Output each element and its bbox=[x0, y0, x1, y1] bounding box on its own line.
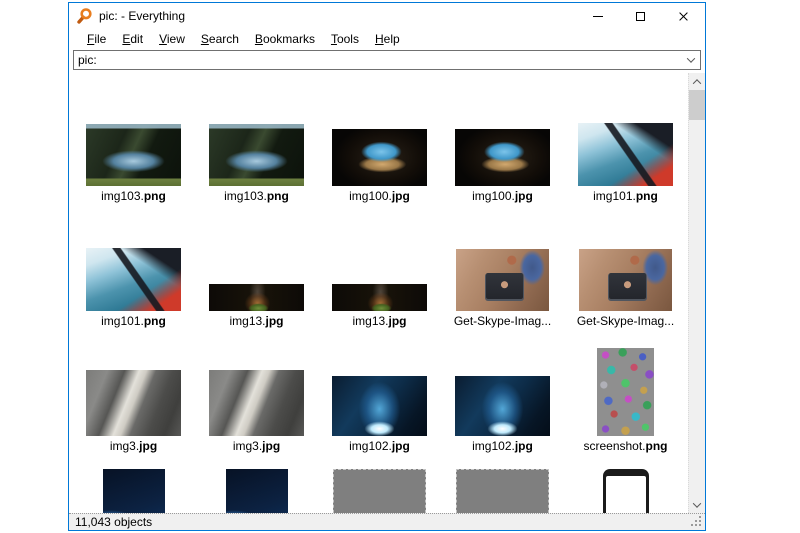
file-item[interactable]: img3.jpg bbox=[195, 344, 318, 456]
file-thumbnail bbox=[209, 284, 304, 311]
file-item[interactable] bbox=[564, 469, 687, 513]
close-button[interactable] bbox=[662, 3, 705, 29]
scrollbar-thumb[interactable] bbox=[689, 90, 705, 120]
file-thumbnail bbox=[226, 469, 288, 513]
file-item[interactable] bbox=[318, 469, 441, 513]
file-thumbnail bbox=[455, 376, 550, 436]
menu-search[interactable]: Search bbox=[193, 31, 247, 47]
file-thumbnail bbox=[333, 469, 426, 513]
resize-grip[interactable] bbox=[691, 516, 702, 527]
file-name-label: img103.png bbox=[101, 188, 166, 206]
file-item[interactable]: img102.jpg bbox=[318, 344, 441, 456]
file-thumbnail bbox=[332, 129, 427, 186]
maximize-button[interactable] bbox=[619, 3, 662, 29]
minimize-icon bbox=[593, 16, 603, 17]
file-item[interactable] bbox=[195, 469, 318, 513]
file-item[interactable]: Get-Skype-Imag... bbox=[441, 219, 564, 331]
file-name-label: img13.jpg bbox=[352, 313, 406, 331]
file-thumbnail bbox=[578, 123, 673, 186]
everything-window: pic: - Everything File Edit View Search … bbox=[68, 2, 706, 531]
file-item[interactable]: img3.jpg bbox=[72, 344, 195, 456]
file-name-label: img13.jpg bbox=[229, 313, 283, 331]
file-thumbnail bbox=[86, 248, 181, 311]
window-controls bbox=[576, 3, 705, 29]
menu-edit[interactable]: Edit bbox=[114, 31, 151, 47]
menu-file[interactable]: File bbox=[79, 31, 114, 47]
file-thumbnail bbox=[209, 124, 304, 186]
minimize-button[interactable] bbox=[576, 3, 619, 29]
scroll-up-button[interactable] bbox=[689, 73, 705, 90]
menu-help[interactable]: Help bbox=[367, 31, 408, 47]
file-item[interactable] bbox=[72, 469, 195, 513]
grid-row: img101.png img13.jpg img13.jpg Get-Skype… bbox=[72, 219, 687, 331]
file-item[interactable]: img13.jpg bbox=[195, 219, 318, 331]
close-icon bbox=[678, 11, 689, 22]
file-item[interactable]: img100.jpg bbox=[318, 94, 441, 206]
file-thumbnail bbox=[579, 249, 672, 311]
thumbnail-grid: img103.png img103.png img100.jpg img100.… bbox=[69, 73, 688, 513]
file-thumbnail bbox=[86, 370, 181, 436]
file-name-label: img3.jpg bbox=[233, 438, 280, 456]
file-name-label: img101.png bbox=[101, 313, 166, 331]
everything-app-icon bbox=[75, 7, 93, 25]
file-name-label: img100.jpg bbox=[349, 188, 410, 206]
file-thumbnail bbox=[86, 124, 181, 186]
menu-tools[interactable]: Tools bbox=[323, 31, 367, 47]
file-thumbnail bbox=[603, 469, 649, 513]
grid-row: img3.jpg img3.jpg img102.jpg img102.jpg … bbox=[72, 344, 687, 456]
file-item[interactable] bbox=[441, 469, 564, 513]
file-name-label: Get-Skype-Imag... bbox=[577, 313, 674, 331]
file-item[interactable]: img103.png bbox=[195, 94, 318, 206]
title-bar[interactable]: pic: - Everything bbox=[69, 3, 705, 29]
menu-view[interactable]: View bbox=[151, 31, 193, 47]
status-bar: 11,043 objects bbox=[69, 513, 705, 530]
maximize-icon bbox=[636, 12, 645, 21]
file-item[interactable]: Get-Skype-Imag... bbox=[564, 219, 687, 331]
file-thumbnail bbox=[209, 370, 304, 436]
search-input[interactable] bbox=[74, 51, 700, 69]
window-title: pic: - Everything bbox=[99, 9, 185, 23]
file-name-label: screenshot.png bbox=[583, 438, 667, 456]
search-dropdown-button[interactable] bbox=[682, 51, 700, 69]
file-name-label: Get-Skype-Imag... bbox=[454, 313, 551, 331]
chevron-down-icon bbox=[687, 54, 695, 62]
search-combobox bbox=[73, 50, 701, 70]
file-item[interactable]: img13.jpg bbox=[318, 219, 441, 331]
file-name-label: img102.jpg bbox=[349, 438, 410, 456]
file-thumbnail bbox=[332, 284, 427, 311]
search-row bbox=[69, 49, 705, 73]
file-thumbnail bbox=[456, 249, 549, 311]
grid-row: img103.png img103.png img100.jpg img100.… bbox=[72, 94, 687, 206]
chevron-down-icon bbox=[693, 499, 701, 507]
file-thumbnail bbox=[103, 469, 165, 513]
file-name-label: img100.jpg bbox=[472, 188, 533, 206]
file-item[interactable]: img102.jpg bbox=[441, 344, 564, 456]
file-name-label: img102.jpg bbox=[472, 438, 533, 456]
object-count: 11,043 objects bbox=[75, 515, 152, 529]
file-item[interactable]: img103.png bbox=[72, 94, 195, 206]
file-item[interactable]: img101.png bbox=[72, 219, 195, 331]
menu-bar: File Edit View Search Bookmarks Tools He… bbox=[69, 29, 705, 49]
grid-row bbox=[72, 469, 687, 513]
file-item[interactable]: img101.png bbox=[564, 94, 687, 206]
vertical-scrollbar[interactable] bbox=[688, 73, 705, 513]
file-item[interactable]: screenshot.png bbox=[564, 344, 687, 456]
file-name-label: img103.png bbox=[224, 188, 289, 206]
menu-bookmarks[interactable]: Bookmarks bbox=[247, 31, 323, 47]
scroll-down-button[interactable] bbox=[689, 496, 705, 513]
file-thumbnail bbox=[456, 469, 549, 513]
file-thumbnail bbox=[332, 376, 427, 436]
results-area: img103.png img103.png img100.jpg img100.… bbox=[69, 73, 705, 513]
file-name-label: img101.png bbox=[593, 188, 658, 206]
file-thumbnail bbox=[455, 129, 550, 186]
file-name-label: img3.jpg bbox=[110, 438, 157, 456]
file-item[interactable]: img100.jpg bbox=[441, 94, 564, 206]
chevron-up-icon bbox=[693, 79, 701, 87]
file-thumbnail bbox=[597, 348, 654, 436]
